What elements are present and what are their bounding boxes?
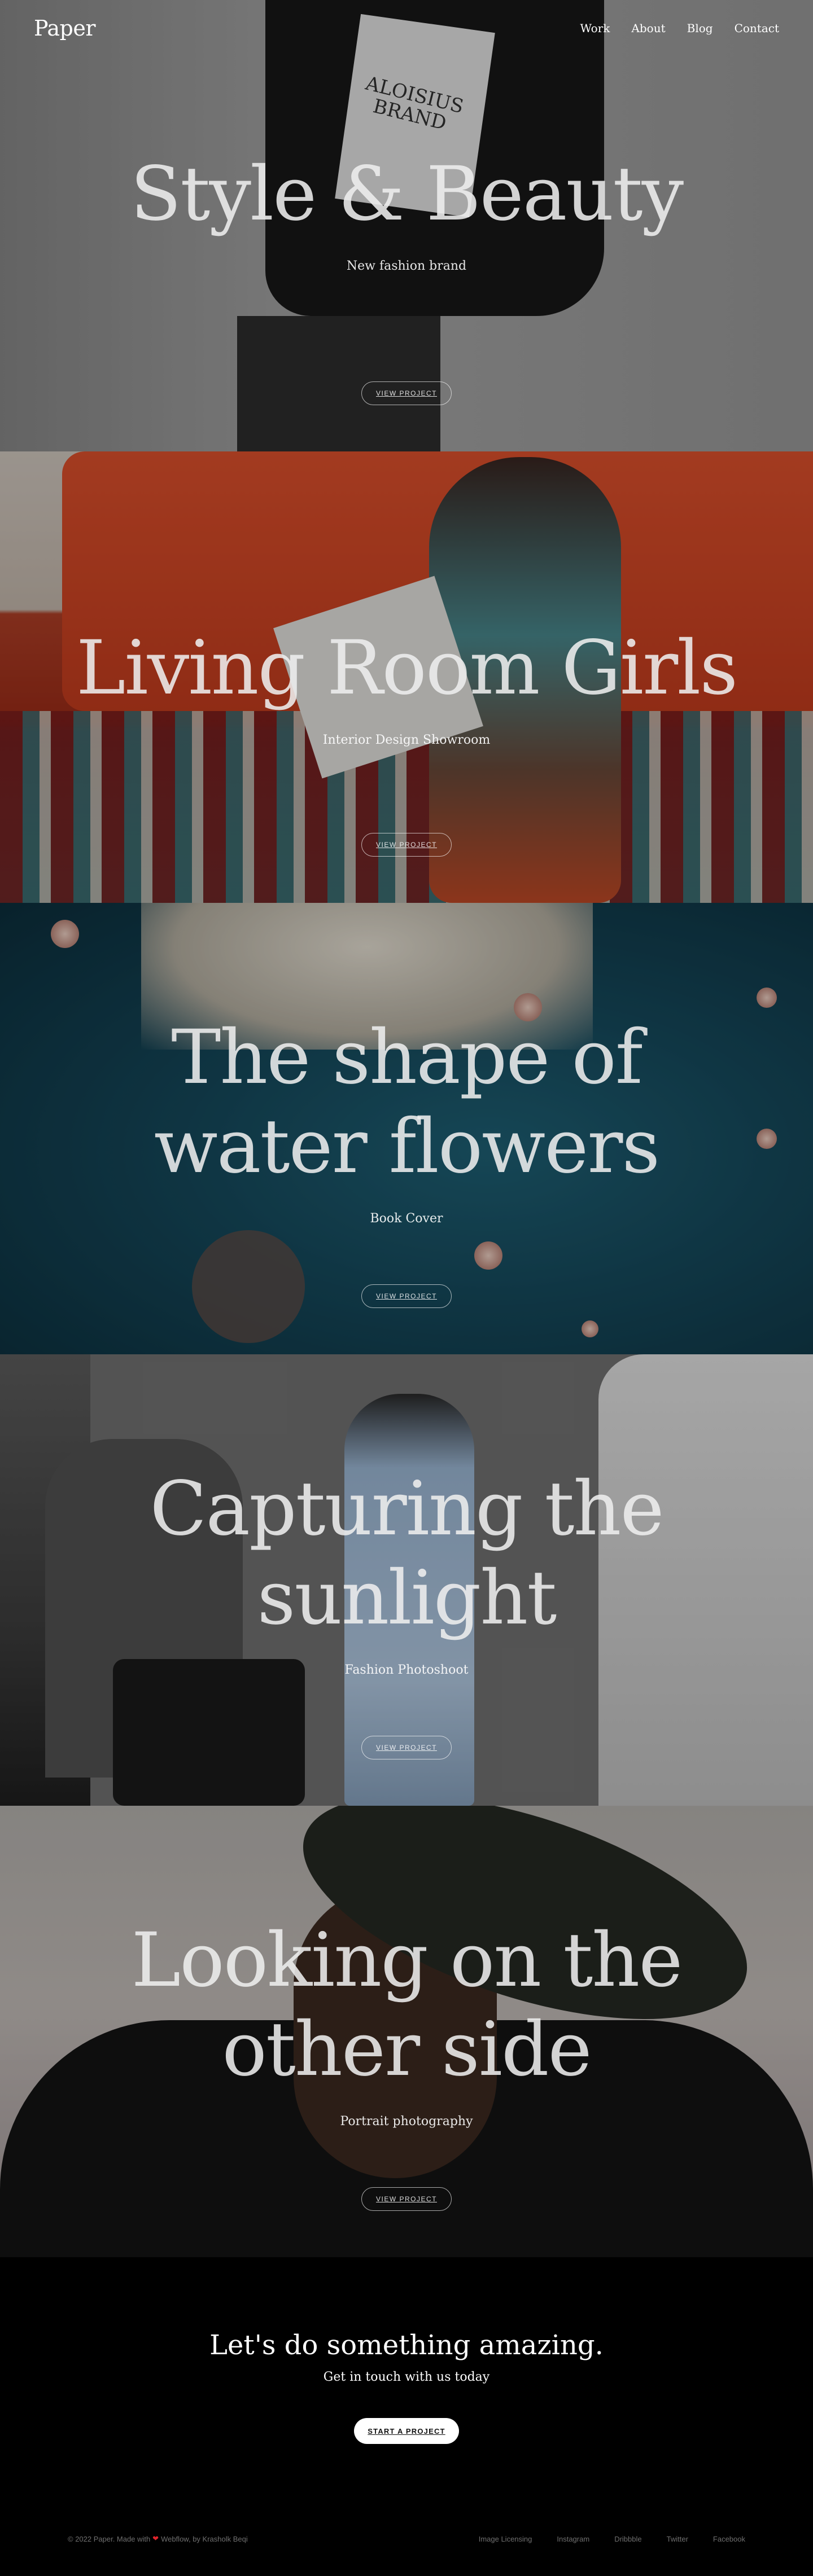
project-content: Style & Beauty New fashion brand (73, 150, 740, 273)
footer-link-image-licensing[interactable]: Image Licensing (479, 2535, 532, 2543)
project-subtitle: Fashion Photoshoot (344, 1663, 469, 1677)
view-project-button[interactable]: VIEW PROJECT (361, 381, 452, 405)
nav-item-contact[interactable]: Contact (735, 21, 779, 35)
project-living-room-girls: Living Room Girls Interior Design Showro… (0, 451, 813, 903)
project-content: Looking on the other side Portrait photo… (73, 1916, 740, 2129)
project-title: The shape of water flowers (154, 1014, 660, 1190)
project-title: Looking on the other side (131, 1917, 683, 2093)
nav-item-about[interactable]: About (631, 21, 665, 35)
project-content: The shape of water flowers Book Cover (73, 1013, 740, 1226)
site-footer: © 2022 Paper. Made with ❤ Webflow, by Kr… (0, 2534, 813, 2543)
view-project-button[interactable]: VIEW PROJECT (361, 1284, 452, 1308)
project-title: Living Room Girls (76, 625, 738, 712)
project-content: Living Room Girls Interior Design Showro… (73, 624, 740, 747)
project-title: Capturing the sunlight (150, 1465, 664, 1642)
view-project-button[interactable]: VIEW PROJECT (361, 1736, 452, 1759)
heart-icon: ❤ (152, 2534, 159, 2543)
copyright-prefix: © 2022 Paper. Made with (68, 2534, 151, 2543)
project-water-flowers: The shape of water flowers Book Cover VI… (0, 903, 813, 1354)
project-title: Style & Beauty (130, 151, 684, 238)
footer-link-instagram[interactable]: Instagram (557, 2535, 589, 2543)
view-project-button[interactable]: VIEW PROJECT (361, 2187, 452, 2211)
project-content: Capturing the sunlight Fashion Photoshoo… (73, 1464, 740, 1677)
footer-link-twitter[interactable]: Twitter (667, 2535, 688, 2543)
project-subtitle: Portrait photography (340, 2114, 473, 2129)
nav-item-blog[interactable]: Blog (687, 21, 713, 35)
main-nav: Work About Blog Contact (580, 21, 779, 35)
copyright: © 2022 Paper. Made with ❤ Webflow, by Kr… (68, 2534, 248, 2543)
logo-link[interactable]: Paper (34, 16, 96, 41)
project-capturing-sunlight: Capturing the sunlight Fashion Photoshoo… (0, 1354, 813, 1806)
project-subtitle: New fashion brand (346, 259, 467, 273)
footer-link-dribbble[interactable]: Dribbble (614, 2535, 641, 2543)
cta-heading: Let's do something amazing. (209, 2329, 604, 2361)
project-other-side: Looking on the other side Portrait photo… (0, 1806, 813, 2257)
footer-link-facebook[interactable]: Facebook (713, 2535, 745, 2543)
project-subtitle: Book Cover (370, 1212, 443, 1226)
project-style-beauty: ALOISIUS BRAND Style & Beauty New fashio… (0, 0, 813, 451)
cta-subheading: Get in touch with us today (323, 2370, 490, 2384)
footer-links: Image Licensing Instagram Dribbble Twitt… (479, 2535, 745, 2543)
nav-item-work[interactable]: Work (580, 21, 610, 35)
view-project-button[interactable]: VIEW PROJECT (361, 833, 452, 857)
project-subtitle: Interior Design Showroom (322, 733, 491, 747)
cta-section: Let's do something amazing. Get in touch… (0, 2257, 813, 2576)
start-project-button[interactable]: START A PROJECT (354, 2418, 459, 2444)
site-header: Paper Work About Blog Contact (0, 0, 813, 56)
copyright-suffix: Webflow, by Krasholk Beqi (161, 2534, 248, 2543)
